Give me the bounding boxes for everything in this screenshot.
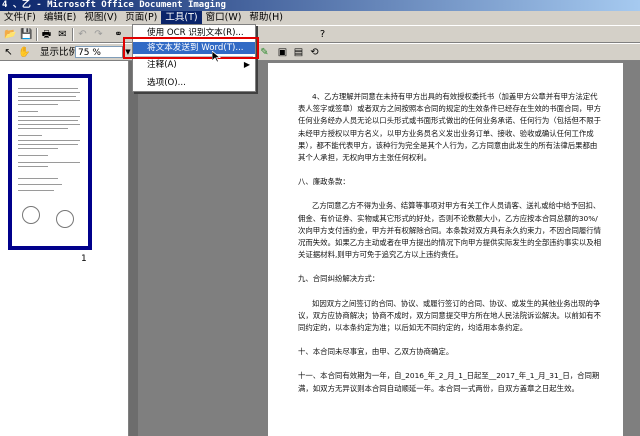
thumbnail-page xyxy=(12,78,88,246)
menu-edit[interactable]: 编辑(E) xyxy=(40,11,80,25)
mouse-cursor-icon xyxy=(212,51,222,63)
menu-bar: 文件(F) 编辑(E) 视图(V) 页面(P) 工具(T) 窗口(W) 帮助(H… xyxy=(0,11,640,25)
redo-icon[interactable]: ↷ xyxy=(92,28,105,41)
view-toolbar: ↖ ✋ 显示比例: 75 % ▼ ✎ ▣ ▤ ⟲ xyxy=(0,43,640,61)
print-icon[interactable]: 🖶 xyxy=(40,28,53,41)
thumbnail-page-number: 1 xyxy=(81,254,87,264)
menu-item-options[interactable]: 选项(O)... xyxy=(133,77,255,89)
submenu-arrow-icon: ▶ xyxy=(243,60,250,69)
menu-tools[interactable]: 工具(T) xyxy=(161,11,202,25)
menu-view[interactable]: 视图(V) xyxy=(80,11,121,25)
annotations-label: 注释(A) xyxy=(147,60,177,70)
page-thumbnail-selected[interactable] xyxy=(8,74,92,250)
section-8-body: 乙方同意乙方不得为业务、结算等事项对甲方有关工作人员请客、送礼或给中给予回扣、佣… xyxy=(298,201,602,260)
pen-icon[interactable]: ✎ xyxy=(258,46,271,59)
save-icon[interactable]: 💾 xyxy=(20,28,33,41)
menu-item-annotations[interactable]: 注释(A) ▶ xyxy=(133,59,255,71)
section-8-heading: 八、廉政条款： xyxy=(298,177,350,187)
window-title: 4 、乙 - Microsoft Office Document Imaging xyxy=(0,0,640,11)
document-page: 4、乙方理解并同意在未持有甲方出具的有效授权委托书（加盖甲方公章并有甲方法定代表… xyxy=(268,63,623,436)
zoom-select[interactable]: 75 % xyxy=(75,46,129,58)
image-annotation-icon[interactable]: ▤ xyxy=(292,46,305,59)
insert-picture-icon[interactable]: ▣ xyxy=(276,46,289,59)
help-icon[interactable]: ? xyxy=(316,28,329,41)
menu-page[interactable]: 页面(P) xyxy=(121,11,161,25)
menu-file[interactable]: 文件(F) xyxy=(0,11,40,25)
send-mail-icon[interactable]: ✉ xyxy=(56,28,69,41)
section-10: 十、本合同未尽事宜，由甲、乙双方协商确定。 xyxy=(298,347,454,357)
seal-thumb xyxy=(22,206,40,224)
highlight-box xyxy=(123,37,259,59)
section-9-body: 如因双方之间签订的合同、协议、或履行签订的合同、协议、或发生的其他业务出现的争议… xyxy=(298,298,602,333)
menu-window[interactable]: 窗口(W) xyxy=(202,11,246,25)
select-pointer-icon[interactable]: ↖ xyxy=(2,46,15,59)
pan-hand-icon[interactable]: ✋ xyxy=(18,46,31,59)
menu-help[interactable]: 帮助(H) xyxy=(245,11,287,25)
seal-thumb xyxy=(56,210,74,228)
thumbnail-pane: 1 xyxy=(0,61,129,436)
rotate-icon[interactable]: ⟲ xyxy=(308,46,321,59)
section-9-heading: 九、合同纠纷解决方式： xyxy=(298,274,380,284)
clause-4: 4、乙方理解并同意在未持有甲方出具的有效授权委托书（加盖甲方公章并有甲方法定代表… xyxy=(298,92,602,163)
undo-icon[interactable]: ↶ xyxy=(76,28,89,41)
standard-toolbar: 📂 💾 🖶 ✉ ↶ ↷ ⚭ ? xyxy=(0,25,640,43)
splitter[interactable] xyxy=(129,61,138,436)
document-viewer[interactable]: 4、乙方理解并同意在未持有甲方出具的有效授权委托书（加盖甲方公章并有甲方法定代表… xyxy=(129,61,640,436)
open-folder-icon[interactable]: 📂 xyxy=(4,28,17,41)
section-11: 十一、本合同有效期为一年，自_2016_年_2_月_1_日起至__2017_年_… xyxy=(298,371,600,393)
